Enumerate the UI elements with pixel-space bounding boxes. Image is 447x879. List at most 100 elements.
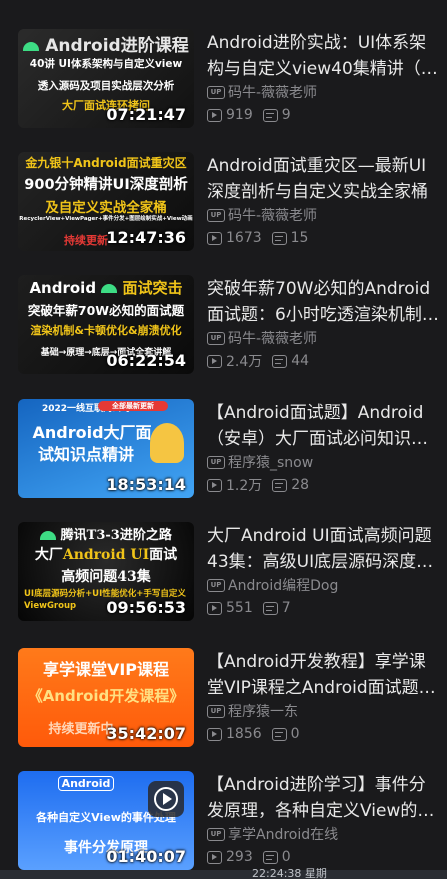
thumbnail-text: Android进阶课程 [18, 31, 194, 56]
up-badge-icon: UP [207, 704, 225, 718]
view-count: 1673 [226, 230, 262, 246]
danmaku-icon [272, 478, 288, 492]
stats-row: 1.2万 28 [207, 476, 309, 494]
video-title[interactable]: 【Android进阶学习】事件分发原理，各种自定义View的事件处理 [207, 772, 439, 824]
view-count: 551 [226, 600, 253, 616]
uploader-row[interactable]: UP 码牛-薇薇老师 [207, 206, 317, 224]
thumbnail-text: 40讲 UI体系架构与自定义view [29, 58, 183, 70]
video-item[interactable]: 腾讯T3-3进阶之路 大厂Android UI面试 高频问题43集 UI底层源码… [0, 493, 447, 621]
video-item[interactable]: Android进阶课程 40讲 UI体系架构与自定义view 透入源码及项目实战… [0, 0, 447, 128]
play-count-icon [207, 727, 222, 741]
video-duration: 12:47:36 [106, 228, 186, 247]
stats-row: 551 7 [207, 599, 291, 617]
video-title[interactable]: Android进阶实战：UI体系架构与自定义view40集精讲（全套） [207, 30, 439, 82]
stats-row: 1856 0 [207, 725, 300, 743]
danmaku-icon [272, 354, 288, 368]
danmaku-icon [262, 850, 278, 864]
uploader-row[interactable]: UP 码牛-薇薇老师 [207, 83, 317, 101]
danmaku-count: 0 [290, 726, 300, 742]
danmaku-count: 7 [281, 600, 291, 616]
danmaku-count: 0 [281, 849, 291, 865]
play-count-icon [207, 478, 222, 492]
thumbnail-text: 900分钟精讲UI深度剖析 [24, 177, 188, 193]
danmaku-count: 28 [291, 477, 310, 493]
clock-text: 22:24:38 星期 [252, 867, 327, 879]
video-duration: 01:40:07 [106, 847, 186, 866]
mascot-figure [150, 423, 184, 463]
video-item[interactable]: Android 面试突击 突破年薪70W必知的面试题 渲染机制&卡顿优化&崩溃优… [0, 246, 447, 374]
danmaku-icon [262, 108, 278, 122]
thumbnail-text: 《Android开发课程》 [27, 687, 185, 705]
uploader-name: 享学Android在线 [228, 827, 339, 843]
video-duration: 09:56:53 [106, 598, 186, 617]
uploader-row[interactable]: UP Android编程Dog [207, 576, 338, 594]
danmaku-count: 15 [290, 230, 309, 246]
uploader-row[interactable]: UP 码牛-薇薇老师 [207, 329, 317, 347]
thumbnail-text: 享学课堂VIP课程 [42, 660, 170, 679]
stats-row: 1673 15 [207, 229, 308, 247]
up-badge-icon: UP [207, 331, 225, 345]
danmaku-icon [271, 727, 287, 741]
up-badge-icon: UP [207, 85, 225, 99]
uploader-name: 码牛-薇薇老师 [228, 331, 318, 347]
video-item[interactable]: 金九银十Android面试重灾区 900分钟精讲UI深度剖析 及自定义实战全家桶… [0, 123, 447, 251]
uploader-name: 码牛-薇薇老师 [228, 208, 318, 224]
video-thumbnail[interactable]: 2022一线互联网公司 全部最新更新 Android大厂面 试知识点精讲 18:… [18, 399, 194, 498]
uploader-row[interactable]: UP 程序猿_snow [207, 453, 313, 471]
video-duration: 35:42:07 [106, 724, 186, 743]
play-count-icon [207, 231, 222, 245]
video-title[interactable]: 【Android开发教程】享学课堂VIP课程之Android面试题解析 [207, 649, 439, 701]
thumbnail-text: 透入源码及项目实战层次分析 [37, 80, 175, 92]
up-badge-icon: UP [207, 827, 225, 841]
up-badge-icon: UP [207, 208, 225, 222]
view-count: 1.2万 [226, 478, 263, 494]
thumbnail-text: 高频问题43集 [61, 569, 151, 585]
uploader-name: 码牛-薇薇老师 [228, 85, 318, 101]
video-thumbnail[interactable]: 金九银十Android面试重灾区 900分钟精讲UI深度剖析 及自定义实战全家桶… [18, 152, 194, 251]
uploader-name: 程序猿_snow [228, 455, 314, 471]
danmaku-count: 9 [281, 107, 291, 123]
thumbnail-text: 突破年薪70W必知的面试题 [27, 303, 185, 318]
video-title[interactable]: 突破年薪70W必知的Android面试题：6小时吃透渲染机制与优化 [207, 276, 439, 328]
play-circle-icon [154, 787, 178, 811]
thumbnail-text: 大厂Android UI面试 [34, 547, 178, 563]
floating-play-button[interactable] [148, 781, 184, 817]
danmaku-count: 44 [291, 353, 310, 369]
bottom-status-bar: 22:24:38 星期 [0, 867, 447, 879]
uploader-row[interactable]: UP 程序猿一东 [207, 702, 298, 720]
thumbnail-text: 腾讯T3-3进阶之路 [18, 524, 194, 543]
play-count-icon [207, 354, 222, 368]
play-count-icon [207, 108, 222, 122]
video-item[interactable]: 2022一线互联网公司 全部最新更新 Android大厂面 试知识点精讲 18:… [0, 370, 447, 498]
video-item[interactable]: Android 各种自定义View的事件处理 事件分发原理 01:40:07 【… [0, 742, 447, 870]
video-thumbnail[interactable]: Android进阶课程 40讲 UI体系架构与自定义view 透入源码及项目实战… [18, 29, 194, 128]
video-thumbnail[interactable]: 享学课堂VIP课程 《Android开发课程》 持续更新中 35:42:07 [18, 648, 194, 747]
view-count: 1856 [226, 726, 262, 742]
video-thumbnail[interactable]: 腾讯T3-3进阶之路 大厂Android UI面试 高频问题43集 UI底层源码… [18, 522, 194, 621]
view-count: 2.4万 [226, 354, 263, 370]
uploader-row[interactable]: UP 享学Android在线 [207, 825, 338, 843]
uploader-name: 程序猿一东 [228, 704, 298, 720]
view-count: 919 [226, 107, 253, 123]
video-duration: 06:22:54 [106, 351, 186, 370]
view-count: 293 [226, 849, 253, 865]
video-duration: 07:21:47 [106, 105, 186, 124]
video-thumbnail[interactable]: Android 面试突击 突破年薪70W必知的面试题 渲染机制&卡顿优化&崩溃优… [18, 275, 194, 374]
video-title[interactable]: 大厂Android UI面试高频问题43集：高级UI底层源码深度剖析 [207, 523, 439, 575]
video-title[interactable]: Android面试重灾区—最新UI深度剖析与自定义实战全家桶 [207, 153, 439, 205]
thumbnail-text: 渲染机制&卡顿优化&崩溃优化 [30, 324, 182, 337]
video-title[interactable]: 【Android面试题】Android（安卓）大厂面试必问知识点精讲 [207, 400, 439, 452]
android-icon [101, 284, 118, 293]
video-list: Android进阶课程 40讲 UI体系架构与自定义view 透入源码及项目实战… [0, 0, 447, 879]
thumbnail-text: 金九银十Android面试重灾区 [25, 156, 187, 170]
play-count-icon [207, 850, 222, 864]
thumbnail-text: RecyclerView+ViewPager+事件分发+图层绘制实战+View动… [19, 216, 193, 222]
video-duration: 18:53:14 [106, 475, 186, 494]
android-icon [23, 41, 40, 51]
video-item[interactable]: 享学课堂VIP课程 《Android开发课程》 持续更新中 35:42:07 【… [0, 619, 447, 747]
thumbnail-text: 全部最新更新 [98, 401, 168, 411]
stats-row: 919 9 [207, 106, 291, 124]
danmaku-icon [262, 601, 278, 615]
up-badge-icon: UP [207, 455, 225, 469]
play-count-icon [207, 601, 222, 615]
